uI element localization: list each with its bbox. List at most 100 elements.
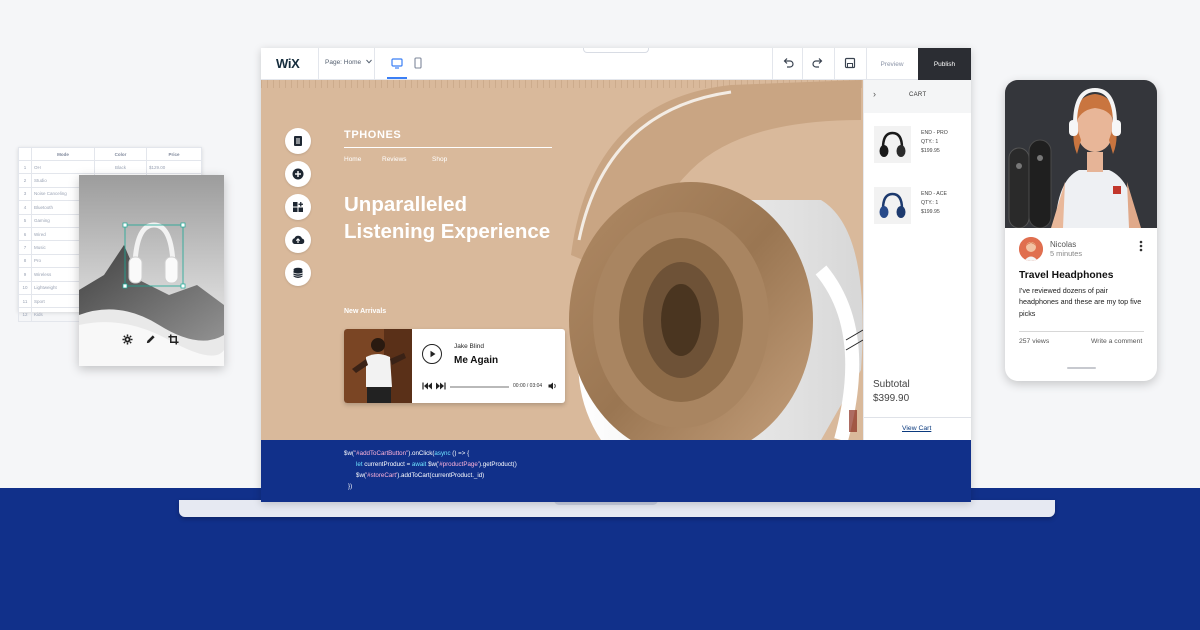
artist-photo: [344, 329, 412, 403]
spreadsheet-row-number: 12: [18, 307, 32, 322]
code-keyword: async: [434, 450, 451, 457]
subtotal-value: $399.90: [873, 393, 910, 404]
volume-icon[interactable]: [548, 382, 557, 390]
author-name[interactable]: Nicolas: [1050, 240, 1076, 249]
redo-icon[interactable]: [812, 57, 824, 69]
code-token: $w(: [426, 461, 439, 468]
spreadsheet-row[interactable]: 1 OH Black $129.00: [18, 159, 202, 175]
spreadsheet-header[interactable]: Mode: [31, 147, 95, 161]
site-nav-shop[interactable]: Shop: [432, 156, 447, 163]
cart-title: CART: [909, 92, 927, 98]
site-canvas: TPHONES Home Reviews Shop Unparalleled L…: [261, 80, 971, 440]
cart-item-price: $199.95: [921, 148, 940, 155]
more-options-icon[interactable]: [1139, 240, 1143, 252]
undo-icon[interactable]: [782, 57, 794, 69]
site-header-divider: [344, 147, 552, 148]
active-device-indicator: [387, 77, 407, 79]
code-string: "#addToCartButton": [353, 450, 409, 457]
code-line: $w("#addToCartButton").onClick(async () …: [344, 449, 469, 460]
code-line: $w('#storeCart').addToCart(currentProduc…: [356, 471, 484, 482]
hero-title-line: Unparalleled: [344, 193, 468, 216]
page-select-label: Page: Home: [325, 59, 362, 66]
product-thumbnail: [874, 126, 911, 163]
preview-button[interactable]: Preview: [866, 48, 918, 80]
code-token: currentProduct =: [362, 461, 412, 468]
code-line: }): [348, 483, 353, 490]
toolbar-divider: [834, 48, 835, 80]
cart-item[interactable]: END - PRO QTY.: 1 $199.95: [864, 126, 971, 166]
edit-pencil-icon[interactable]: [145, 334, 161, 350]
save-icon[interactable]: [844, 57, 856, 69]
cart-item-details: END - PRO QTY.: 1 $199.95: [921, 129, 948, 157]
view-cart-link[interactable]: View Cart: [902, 425, 931, 432]
artist-name: Jake Blind: [454, 343, 484, 350]
spreadsheet-header[interactable]: Color: [94, 147, 147, 161]
pages-icon[interactable]: [285, 128, 311, 154]
spreadsheet-row-number: 9: [18, 267, 32, 282]
player-controls: [422, 382, 446, 390]
previous-icon[interactable]: [422, 382, 432, 390]
add-icon[interactable]: [285, 161, 311, 187]
music-player: Jake Blind Me Again 00:00 / 03:04: [344, 329, 565, 403]
spreadsheet-cell-mode[interactable]: OH: [31, 159, 95, 175]
spreadsheet-row-number: 6: [18, 226, 32, 242]
play-icon: [430, 350, 435, 358]
cart-item[interactable]: END - ACE QTY.: 1 $199.95: [864, 187, 971, 227]
cart-panel: › CART END - PRO QTY.: 1 $199.95 END - A…: [863, 80, 971, 440]
spreadsheet-row-number: 8: [18, 253, 32, 269]
post-title[interactable]: Travel Headphones: [1019, 270, 1113, 281]
code-token: ).addToCart(currentProduct._id): [397, 472, 485, 479]
publish-button[interactable]: Publish: [918, 48, 971, 80]
spreadsheet-header[interactable]: Price: [146, 147, 202, 161]
code-keyword: await: [411, 461, 427, 468]
database-icon[interactable]: [285, 260, 311, 286]
cart-header: › CART: [864, 80, 971, 113]
editor-toolbar: WiX Page: Home Preview Publish: [261, 48, 971, 80]
crop-icon[interactable]: [168, 334, 184, 350]
chevron-right-icon[interactable]: ›: [873, 89, 876, 99]
spreadsheet-row-number: 3: [18, 186, 32, 202]
home-indicator: [1067, 367, 1096, 369]
spreadsheet-cell-price[interactable]: $129.00: [146, 159, 202, 175]
apps-icon[interactable]: [285, 194, 311, 220]
toolbar-handle[interactable]: [583, 48, 649, 53]
cart-item-name: END - PRO: [921, 130, 948, 136]
code-panel[interactable]: $w( "#addToCartButton").onClick(async () …: [261, 440, 971, 502]
view-count: 257 views: [1019, 338, 1050, 345]
track-progress-bar[interactable]: [450, 386, 509, 388]
image-editor-card: [79, 175, 224, 366]
toolbar-divider: [802, 48, 803, 80]
mobile-icon[interactable]: [414, 57, 422, 69]
site-nav-reviews[interactable]: Reviews: [382, 156, 407, 163]
upload-icon[interactable]: [285, 227, 311, 253]
spreadsheet-cell-color[interactable]: Black: [94, 159, 147, 175]
cart-item-price: $199.95: [921, 209, 940, 216]
avatar[interactable]: [1019, 237, 1043, 261]
code-token: ).onClick(: [408, 450, 435, 457]
track-title: Me Again: [454, 355, 499, 366]
play-button[interactable]: [422, 344, 442, 364]
write-comment-link[interactable]: Write a comment: [1091, 338, 1142, 345]
chevron-down-icon: [366, 59, 372, 64]
spreadsheet-row-number: 5: [18, 213, 32, 228]
page-select[interactable]: Page: Home: [325, 59, 372, 66]
next-icon[interactable]: [436, 382, 446, 390]
spreadsheet-row-number: 1: [18, 159, 32, 175]
cart-divider: [864, 417, 971, 418]
post-excerpt: I've reviewed dozens of pair headphones …: [1019, 286, 1142, 318]
editor-window: WiX Page: Home Preview Publish TPHONES H…: [261, 48, 971, 502]
wix-logo: WiX: [276, 56, 300, 71]
phone-preview: Nicolas 5 minutes Travel Headphones I've…: [1005, 80, 1157, 381]
cart-item-qty: QTY.: 1: [921, 139, 939, 146]
site-name: TPHONES: [344, 129, 402, 141]
code-token: () => {: [450, 450, 470, 457]
code-token: ).getProduct(): [478, 461, 517, 468]
desktop-icon[interactable]: [391, 57, 403, 69]
site-nav-home[interactable]: Home: [344, 156, 361, 163]
cart-item-details: END - ACE QTY.: 1 $199.95: [921, 190, 947, 218]
post-divider: [1019, 331, 1144, 332]
settings-icon[interactable]: [122, 334, 138, 350]
hero-title: Unparalleled Listening Experience: [344, 191, 550, 245]
toolbar-divider: [318, 48, 319, 80]
code-string: '#storeCart': [365, 472, 398, 479]
